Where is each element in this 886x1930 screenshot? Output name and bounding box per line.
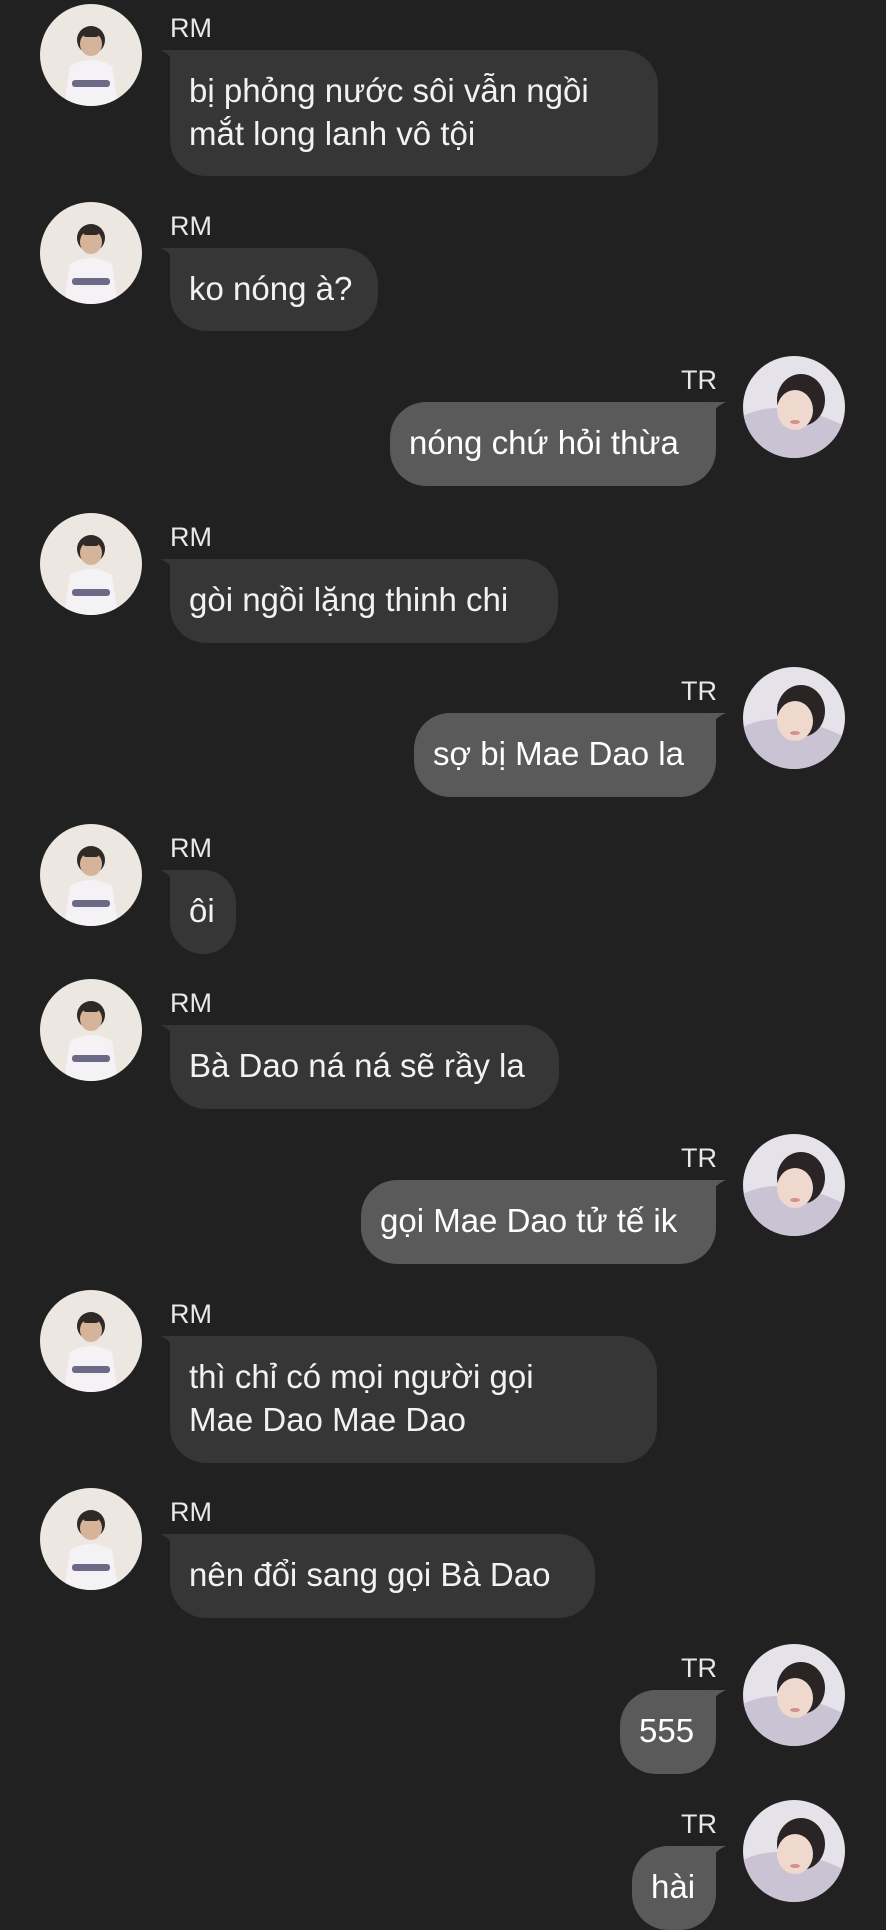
rm-avatar[interactable]	[40, 979, 142, 1081]
rm-avatar[interactable]	[40, 1488, 142, 1590]
sender-name: RM	[170, 833, 212, 863]
rm-avatar[interactable]	[40, 202, 142, 304]
rm-avatar[interactable]	[40, 824, 142, 926]
message-bubble[interactable]: hài	[632, 1846, 716, 1930]
sender-name: RM	[170, 988, 212, 1018]
message-bubble[interactable]: gòi ngồi lặng thinh chi	[170, 559, 558, 643]
sender-name: RM	[170, 1299, 212, 1329]
sender-name: TR	[681, 1809, 717, 1839]
message-bubble[interactable]: bị phỏng nước sôi vẫn ngồi mắt long lanh…	[170, 50, 658, 176]
message-bubble[interactable]: Bà Dao ná ná sẽ rầy la	[170, 1025, 559, 1109]
message-bubble[interactable]: thì chỉ có mọi người gọi Mae Dao Mae Dao	[170, 1336, 657, 1463]
tr-avatar[interactable]	[743, 1800, 845, 1902]
sender-name: TR	[681, 1143, 717, 1173]
message-bubble[interactable]: nên đổi sang gọi Bà Dao	[170, 1534, 595, 1618]
sender-name: RM	[170, 211, 212, 241]
sender-name: RM	[170, 13, 212, 43]
rm-avatar[interactable]	[40, 4, 142, 106]
sender-name: RM	[170, 1497, 212, 1527]
sender-name: RM	[170, 522, 212, 552]
tr-avatar[interactable]	[743, 667, 845, 769]
tr-avatar[interactable]	[743, 356, 845, 458]
rm-avatar[interactable]	[40, 1290, 142, 1392]
rm-avatar[interactable]	[40, 513, 142, 615]
message-bubble[interactable]: ko nóng à?	[170, 248, 378, 331]
tr-avatar[interactable]	[743, 1134, 845, 1236]
sender-name: TR	[681, 676, 717, 706]
message-bubble[interactable]: nóng chứ hỏi thừa	[390, 402, 716, 486]
sender-name: TR	[681, 1653, 717, 1683]
message-bubble[interactable]: sợ bị Mae Dao la	[414, 713, 716, 797]
sender-name: TR	[681, 365, 717, 395]
message-bubble[interactable]: gọi Mae Dao tử tế ik	[361, 1180, 716, 1264]
message-bubble[interactable]: ôi	[170, 870, 236, 954]
tr-avatar[interactable]	[743, 1644, 845, 1746]
message-bubble[interactable]: 555	[620, 1690, 716, 1774]
